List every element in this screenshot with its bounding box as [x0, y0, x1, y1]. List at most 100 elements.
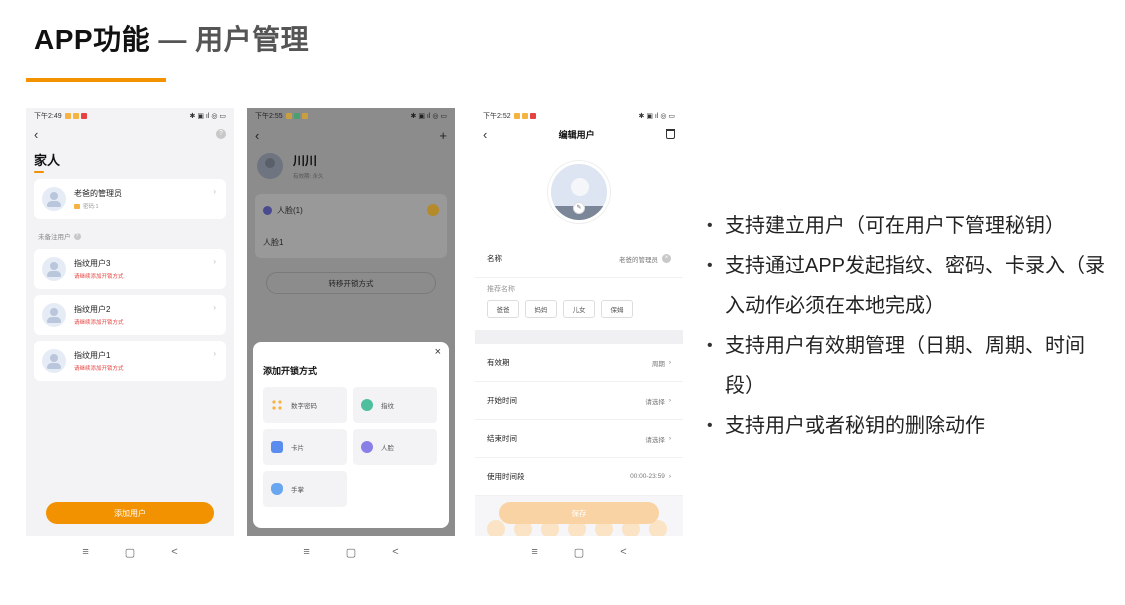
- status-icons: ✱ ▣ ıl ◎ ▭: [410, 113, 447, 120]
- system-nav-bar: ≡ ▢ <: [475, 536, 683, 568]
- back-icon[interactable]: ‹: [255, 128, 259, 143]
- user-name: 老爸的管理员: [74, 189, 122, 198]
- chevron-right-icon: ›: [213, 257, 216, 266]
- user-name: 指纹用户2: [74, 305, 111, 314]
- face-group-card: 人脸(1) 人脸1: [255, 194, 447, 258]
- status-bar: 下午2:49 ✱ ▣ ıl ◎ ▭: [26, 108, 234, 124]
- divider: [475, 330, 683, 344]
- chevron-down-icon[interactable]: [427, 204, 439, 216]
- avatar: [42, 187, 66, 211]
- help-icon[interactable]: ?: [73, 232, 81, 240]
- admin-user-card[interactable]: 老爸的管理员 密码:1 ›: [34, 179, 226, 219]
- validity-field[interactable]: 有效期 周期 ›: [475, 344, 683, 382]
- list-item[interactable]: 指纹用户3 请继续添加开锁方式 ›: [34, 249, 226, 289]
- home-icon[interactable]: ▢: [574, 546, 584, 559]
- page-title: 家人: [34, 153, 61, 168]
- name-chip[interactable]: 妈妈: [525, 300, 557, 318]
- chevron-right-icon: ›: [213, 187, 216, 196]
- title-separator: —: [150, 24, 196, 55]
- trash-icon[interactable]: [665, 129, 675, 139]
- help-icon[interactable]: ?: [216, 129, 226, 139]
- start-time-field[interactable]: 开始时间 请选择 ›: [475, 382, 683, 420]
- user-validity: 有效期: 永久: [293, 174, 324, 180]
- list-item: • 支持用户有效期管理（日期、周期、时间段）: [707, 335, 1085, 397]
- user-header[interactable]: 川川 有效期: 永久: [247, 144, 455, 188]
- card-icon: [271, 441, 283, 453]
- avatar: [42, 303, 66, 327]
- close-icon[interactable]: ×: [435, 346, 441, 358]
- section-label: 未备注用户?: [26, 225, 234, 243]
- list-item[interactable]: 指纹用户2 请继续添加开锁方式 ›: [34, 295, 226, 335]
- list-item: • 支持建立用户（可在用户下管理秘钥）: [707, 215, 1065, 237]
- status-time: 下午2:52: [483, 113, 511, 120]
- avatar: [42, 257, 66, 281]
- slide-title: APP功能 — 用户管理: [34, 18, 309, 58]
- system-nav-bar: ≡ ▢ <: [247, 536, 455, 568]
- fingerprint-icon: [361, 399, 373, 411]
- back-icon[interactable]: <: [392, 546, 398, 558]
- option-fingerprint[interactable]: 指纹: [353, 387, 437, 423]
- user-name: 指纹用户1: [74, 351, 111, 360]
- feature-list: • 支持建立用户（可在用户下管理秘钥） • 支持通过APP发起指纹、密码、卡录入（录…: [707, 206, 1107, 446]
- sheet-title: 添加开锁方式: [263, 366, 318, 376]
- back-icon[interactable]: ‹: [34, 127, 38, 142]
- user-hint: 请继续添加开锁方式: [74, 320, 124, 326]
- title-accent-bar: [34, 171, 44, 173]
- title-main: APP功能: [34, 24, 151, 55]
- menu-icon[interactable]: ≡: [531, 546, 537, 558]
- menu-icon[interactable]: ≡: [303, 546, 309, 558]
- menu-icon[interactable]: ≡: [82, 546, 88, 558]
- status-time: 下午2:49: [34, 113, 62, 120]
- chevron-right-icon: ›: [213, 349, 216, 358]
- option-card[interactable]: 卡片: [263, 429, 347, 465]
- password-icon: [74, 204, 80, 210]
- add-user-button[interactable]: 添加用户: [46, 502, 214, 524]
- save-button[interactable]: 保存: [499, 502, 659, 524]
- home-icon[interactable]: ▢: [346, 546, 356, 559]
- add-icon[interactable]: +: [439, 128, 447, 143]
- add-unlock-sheet: × 添加开锁方式 数字密码 指纹 卡片 人脸 手掌: [253, 342, 449, 528]
- avatar: [257, 153, 283, 179]
- edit-avatar-icon[interactable]: ✎: [573, 202, 585, 214]
- option-face[interactable]: 人脸: [353, 429, 437, 465]
- avatar-section: [475, 144, 683, 240]
- list-item: • 支持用户或者秘钥的删除动作: [707, 415, 985, 437]
- user-name: 川川: [293, 154, 318, 168]
- avatar: [42, 349, 66, 373]
- status-bar: 下午2:55 ✱ ▣ ıl ◎ ▭: [247, 108, 455, 124]
- back-icon[interactable]: <: [620, 546, 626, 558]
- suggested-names: 推荐名称 爸爸 妈妈 儿女 保姆: [475, 278, 683, 330]
- user-hint: 请继续添加开锁方式: [74, 274, 124, 280]
- time-period-field[interactable]: 使用时间段 00:00-23:59 ›: [475, 458, 683, 496]
- title-underline: [26, 78, 166, 82]
- option-palm[interactable]: 手掌: [263, 471, 347, 507]
- back-icon[interactable]: <: [171, 546, 177, 558]
- status-icons: ✱ ▣ ıl ◎ ▭: [638, 113, 675, 120]
- user-hint: 请继续添加开锁方式: [74, 366, 124, 372]
- phone-screen-user-list: 下午2:49 ✱ ▣ ıl ◎ ▭ ‹ ? 家人 老爸的管理员 密码:1 › 未…: [26, 108, 234, 568]
- name-chip[interactable]: 儿女: [563, 300, 595, 318]
- name-field[interactable]: 名称 老爸的管理员 ×: [475, 240, 683, 278]
- list-item[interactable]: 指纹用户1 请继续添加开锁方式 ›: [34, 341, 226, 381]
- palm-icon: [271, 483, 283, 495]
- option-pin[interactable]: 数字密码: [263, 387, 347, 423]
- chevron-right-icon: ›: [668, 435, 671, 442]
- phone-screen-add-unlock: 下午2:55 ✱ ▣ ıl ◎ ▭ ‹ + 川川 有效期: 永久 人脸(1) 人…: [247, 108, 455, 568]
- face-icon: [263, 205, 272, 215]
- home-icon[interactable]: ▢: [125, 546, 135, 559]
- face-icon: [361, 441, 373, 453]
- status-bar: 下午2:52 ✱ ▣ ıl ◎ ▭: [475, 108, 683, 124]
- end-time-field[interactable]: 结束时间 请选择 ›: [475, 420, 683, 458]
- name-chip[interactable]: 保姆: [601, 300, 633, 318]
- list-item: • 支持通过APP发起指纹、密码、卡录入（录入动作必须在本地完成）: [707, 255, 1106, 317]
- clear-icon[interactable]: ×: [662, 254, 671, 263]
- status-time: 下午2:55: [255, 113, 283, 120]
- face-group-row[interactable]: 人脸(1): [255, 194, 447, 226]
- face-item-row[interactable]: 人脸1: [255, 226, 447, 258]
- status-icons: ✱ ▣ ıl ◎ ▭: [189, 113, 226, 120]
- back-icon[interactable]: ‹: [483, 127, 487, 142]
- transfer-unlock-button[interactable]: 转移开锁方式: [266, 272, 436, 294]
- system-nav-bar: ≡ ▢ <: [26, 536, 234, 568]
- chevron-right-icon: ›: [668, 359, 671, 366]
- name-chip[interactable]: 爸爸: [487, 300, 519, 318]
